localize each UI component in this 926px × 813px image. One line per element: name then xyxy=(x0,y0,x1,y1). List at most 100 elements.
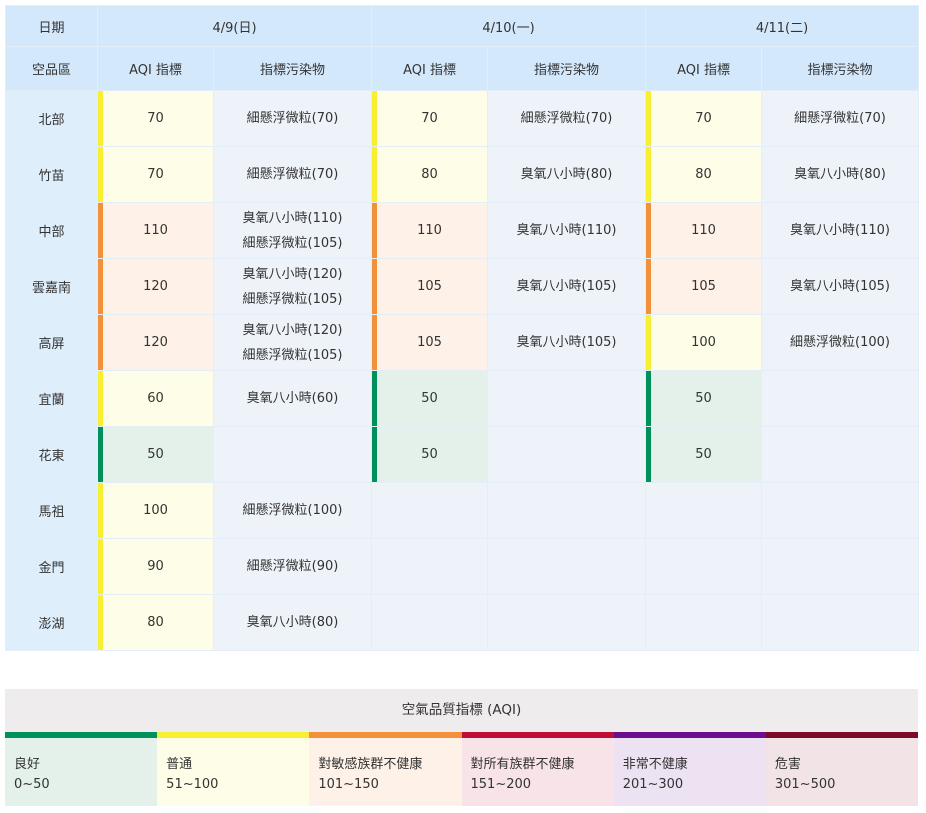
pollutant-text: 臭氧八小時(80) xyxy=(246,615,339,630)
aqi-value: 120 xyxy=(97,314,214,371)
aqi-value: 60 xyxy=(97,370,214,427)
pollutant-text: 細懸浮微粒(100) xyxy=(242,503,343,518)
pollutant-text: 細懸浮微粒(70) xyxy=(520,111,613,126)
pollutant-text: 細懸浮微粒(70) xyxy=(794,111,886,126)
aqi-value: 70 xyxy=(645,90,763,147)
area-name: 雲嘉南 xyxy=(5,258,98,315)
table-row: 宜蘭 60 臭氧八小時(60) 50 50 xyxy=(5,370,920,427)
legend-item-range: 301~500 xyxy=(774,777,836,792)
pollutant-header: 指標污染物 xyxy=(212,46,373,91)
pollutant-cell: 細懸浮微粒(100) xyxy=(761,314,920,371)
table-row: 花東 50 50 50 xyxy=(5,426,920,483)
legend-item-range: 151~200 xyxy=(470,777,532,792)
empty-cell xyxy=(645,594,763,651)
area-name: 澎湖 xyxy=(5,594,98,651)
pollutant-cell: 臭氧八小時(110) xyxy=(487,202,647,259)
aqi-value: 50 xyxy=(371,426,489,483)
area-name: 花東 xyxy=(5,426,98,483)
legend-item-range: 101~150 xyxy=(318,777,379,792)
pollutant-cell: 臭氧八小時(80) xyxy=(487,146,647,203)
legend-item: 非常不健康 201~300 xyxy=(613,732,766,806)
table-row: 金門 90 細懸浮微粒(90) xyxy=(5,538,920,595)
empty-cell xyxy=(487,594,647,651)
aqi-value: 80 xyxy=(645,146,763,203)
empty-cell xyxy=(761,538,920,595)
legend-item-name: 良好 xyxy=(14,757,41,772)
aqi-value: 80 xyxy=(97,594,214,651)
empty-cell xyxy=(645,482,763,539)
pollutant-cell xyxy=(761,426,920,483)
legend-item-name: 對敏感族群不健康 xyxy=(318,757,423,772)
legend-item: 對所有族群不健康 151~200 xyxy=(461,732,614,806)
pollutant-text: 細懸浮微粒(100) xyxy=(790,335,890,350)
aqi-value: 50 xyxy=(371,370,489,427)
pollutant-cell xyxy=(761,370,920,427)
pollutant-cell: 臭氧八小時(120) 細懸浮微粒(105) xyxy=(212,314,373,371)
date-header-row: 日期 4/9(日) 4/10(一) 4/11(二) xyxy=(5,5,920,47)
pollutant-text: 臭氧八小時(80) xyxy=(794,167,886,182)
legend-item-name: 非常不健康 xyxy=(622,757,688,772)
table-row: 中部 110 臭氧八小時(110) 細懸浮微粒(105) 110 臭氧八小時(110) 11… xyxy=(5,202,920,259)
legend-item-name: 危害 xyxy=(774,757,801,772)
table-row: 竹苗 70 細懸浮微粒(70) 80 臭氧八小時(80) 80 臭氧八小時(80) xyxy=(5,146,920,203)
pollutant-text: 臭氧八小時(120) xyxy=(242,322,343,338)
pollutant-header: 指標污染物 xyxy=(487,46,647,91)
aqi-value: 70 xyxy=(97,146,214,203)
pollutant-text: 臭氧八小時(60) xyxy=(246,391,339,406)
empty-cell xyxy=(487,538,647,595)
aqi-value: 105 xyxy=(645,258,763,315)
area-name: 竹苗 xyxy=(5,146,98,203)
empty-cell xyxy=(487,482,647,539)
aqi-value: 100 xyxy=(645,314,763,371)
legend-item: 對敏感族群不健康 101~150 xyxy=(309,732,462,806)
empty-cell xyxy=(371,538,489,595)
legend-item-name: 對所有族群不健康 xyxy=(470,757,575,772)
pollutant-text: 細懸浮微粒(70) xyxy=(246,167,339,182)
aqi-value: 105 xyxy=(371,258,489,315)
area-name: 高屏 xyxy=(5,314,98,371)
pollutant-cell: 臭氧八小時(80) xyxy=(212,594,373,651)
aqi-value: 70 xyxy=(371,90,489,147)
legend-item-name: 普通 xyxy=(166,757,193,772)
aqi-value: 110 xyxy=(97,202,214,259)
empty-cell xyxy=(761,594,920,651)
pollutant-cell: 細懸浮微粒(70) xyxy=(212,90,373,147)
pollutant-cell: 臭氧八小時(120) 細懸浮微粒(105) xyxy=(212,258,373,315)
aqi-header: AQI 指標 xyxy=(645,46,763,91)
area-name: 馬祖 xyxy=(5,482,98,539)
aqi-value: 80 xyxy=(371,146,489,203)
pollutant-text: 細懸浮微粒(70) xyxy=(246,111,339,126)
area-header: 空品區 xyxy=(5,46,98,91)
legend-item-range: 0~50 xyxy=(14,777,50,792)
pollutant-text: 細懸浮微粒(105) xyxy=(242,347,343,363)
aqi-value: 70 xyxy=(97,90,214,147)
pollutant-cell: 臭氧八小時(105) xyxy=(487,314,647,371)
empty-cell xyxy=(761,482,920,539)
pollutant-cell: 細懸浮微粒(70) xyxy=(761,90,920,147)
pollutant-cell xyxy=(212,426,373,483)
legend-item: 危害 301~500 xyxy=(765,732,919,806)
pollutant-text: 臭氧八小時(120) xyxy=(242,266,343,282)
aqi-legend: 空氣品質指標 (AQI) 良好 0~50 普通 51~100 對敏感族群不健康 101~1… xyxy=(5,689,919,806)
aqi-forecast-table: 日期 4/9(日) 4/10(一) 4/11(二) 空品區 AQI 指標 指標污… xyxy=(5,5,920,651)
pollutant-cell: 臭氧八小時(110) xyxy=(761,202,920,259)
aqi-value: 50 xyxy=(645,426,763,483)
legend-item-range: 51~100 xyxy=(166,777,219,792)
aqi-value: 110 xyxy=(371,202,489,259)
legend-items: 良好 0~50 普通 51~100 對敏感族群不健康 101~150 對所有族群不健康 151… xyxy=(5,732,919,806)
aqi-value: 105 xyxy=(371,314,489,371)
pollutant-text: 臭氧八小時(110) xyxy=(242,210,343,226)
pollutant-text: 臭氧八小時(110) xyxy=(516,223,617,238)
table-row: 雲嘉南 120 臭氧八小時(120) 細懸浮微粒(105) 105 臭氧八小時(105) 1… xyxy=(5,258,920,315)
aqi-value: 50 xyxy=(97,426,214,483)
aqi-value: 100 xyxy=(97,482,214,539)
date-header-day-2: 4/10(一) xyxy=(371,5,647,47)
pollutant-cell: 臭氧八小時(60) xyxy=(212,370,373,427)
pollutant-text: 細懸浮微粒(105) xyxy=(242,291,343,307)
area-name: 宜蘭 xyxy=(5,370,98,427)
pollutant-header: 指標污染物 xyxy=(761,46,920,91)
aqi-header: AQI 指標 xyxy=(97,46,214,91)
pollutant-text: 細懸浮微粒(90) xyxy=(246,559,339,574)
area-name: 金門 xyxy=(5,538,98,595)
aqi-header: AQI 指標 xyxy=(371,46,489,91)
